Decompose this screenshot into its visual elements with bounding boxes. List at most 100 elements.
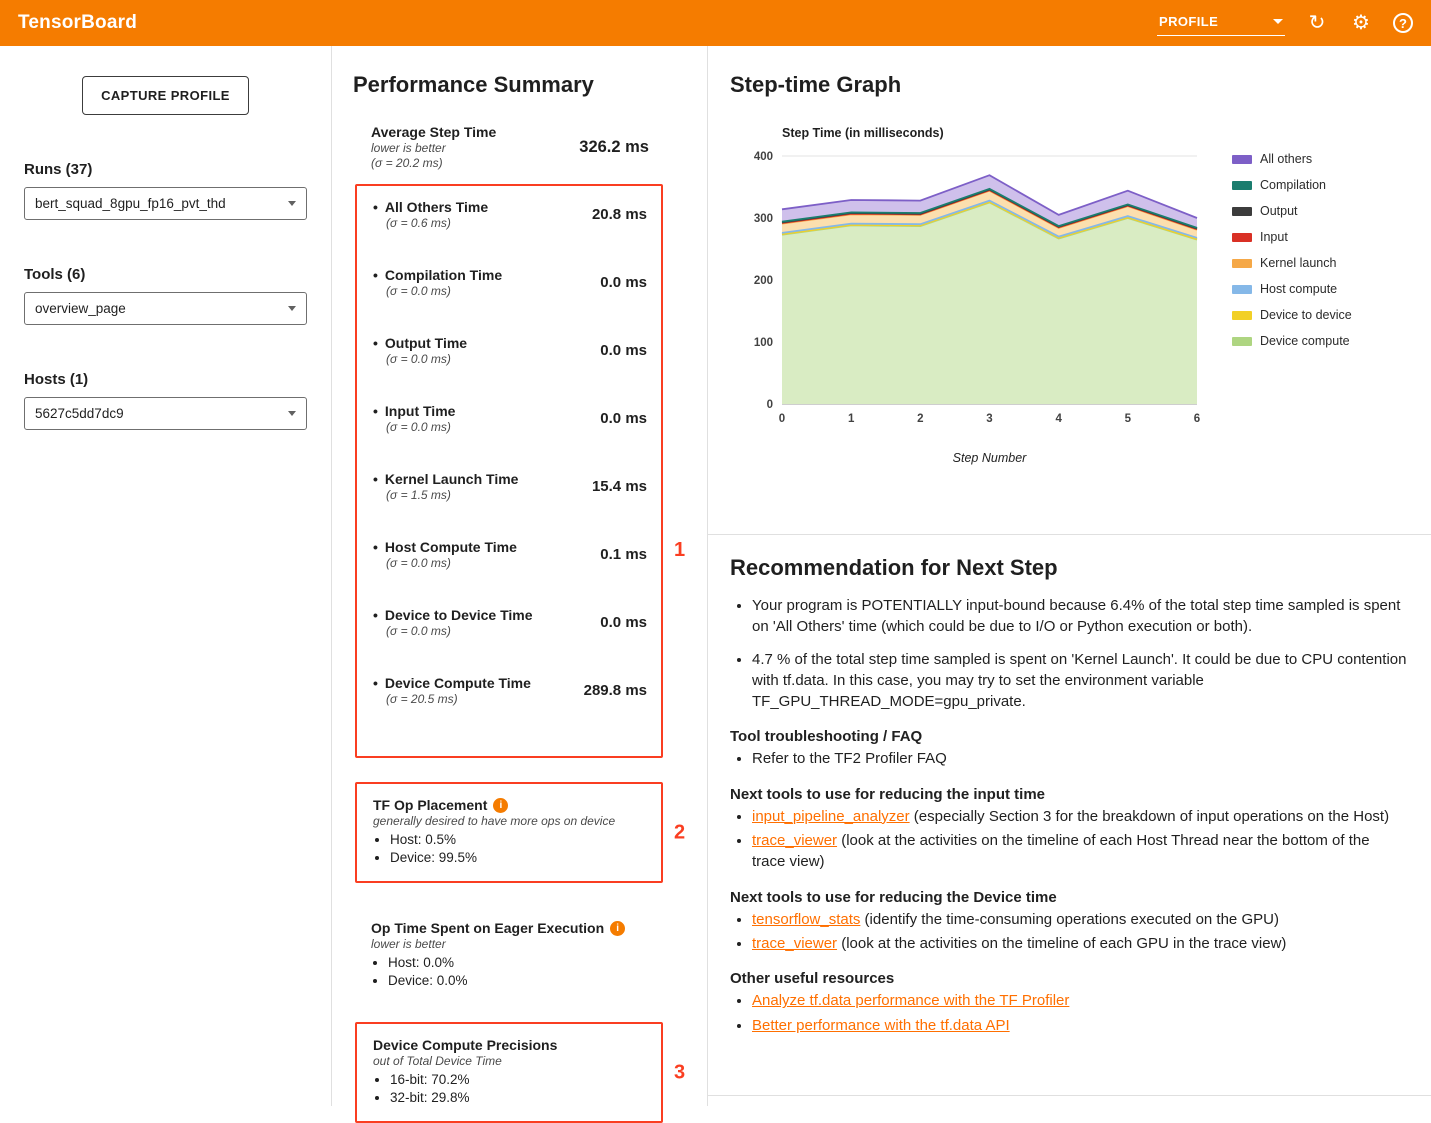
legend-swatch — [1232, 207, 1252, 216]
legend-item: Device compute — [1232, 334, 1352, 348]
svg-text:200: 200 — [754, 275, 773, 287]
metric-value: 0.0 ms — [600, 342, 647, 359]
metric-sigma: (σ = 0.0 ms) — [373, 352, 467, 366]
input-pipeline-analyzer-link[interactable]: input_pipeline_analyzer — [752, 808, 910, 825]
tool-item: tensorflow_stats (identify the time-cons… — [752, 909, 1407, 930]
svg-text:4: 4 — [1055, 413, 1062, 425]
legend-label: All others — [1260, 152, 1312, 166]
metric-label: Input Time — [373, 403, 455, 419]
app-header: TensorBoard PROFILE ↻ ⚙ ? — [0, 0, 1431, 46]
metric-row: Output Time (σ = 0.0 ms) 0.0 ms — [373, 335, 647, 366]
eager-execution-section: Op Time Spent on Eager Execution i lower… — [355, 907, 663, 1004]
precisions-subtitle: out of Total Device Time — [373, 1054, 647, 1068]
metric-row: Device Compute Time (σ = 20.5 ms) 289.8 … — [373, 675, 647, 706]
input-tools-heading: Next tools to use for reducing the input… — [730, 786, 1407, 803]
legend-label: Input — [1260, 230, 1288, 244]
dashboard-selector-value: PROFILE — [1159, 14, 1218, 29]
tools-select-value: overview_page — [35, 301, 126, 316]
recommendation-bullet: 4.7 % of the total step time sampled is … — [752, 649, 1407, 713]
chevron-down-icon — [1273, 19, 1283, 24]
gear-icon[interactable]: ⚙ — [1349, 11, 1373, 35]
eager-host: Host: 0.0% — [388, 955, 649, 970]
recommendation-bullet: Your program is POTENTIALLY input-bound … — [752, 595, 1407, 638]
tool-item: trace_viewer (look at the activities on … — [752, 830, 1407, 873]
hosts-label: Hosts (1) — [24, 371, 307, 388]
reload-icon[interactable]: ↻ — [1305, 11, 1329, 35]
trace-viewer-link[interactable]: trace_viewer — [752, 832, 837, 849]
step-time-chart: 01002003004000123456 — [744, 148, 1206, 436]
legend-swatch — [1232, 285, 1252, 294]
dashboard-selector[interactable]: PROFILE — [1157, 10, 1285, 36]
metric-row: Device to Device Time (σ = 0.0 ms) 0.0 m… — [373, 607, 647, 638]
metric-label: Device Compute Time — [373, 675, 531, 691]
precision-32bit: 32-bit: 29.8% — [390, 1090, 647, 1105]
performance-summary-panel: Performance Summary Average Step Time lo… — [332, 46, 708, 1106]
step-time-graph-section: Step-time Graph Step Time (in millisecon… — [708, 46, 1431, 535]
tf-op-placement-subtitle: generally desired to have more ops on de… — [373, 814, 647, 828]
tool-item-text: (look at the activities on the timeline … — [752, 832, 1370, 870]
help-icon[interactable]: ? — [1393, 13, 1413, 33]
trace-viewer-link[interactable]: trace_viewer — [752, 935, 837, 952]
hosts-select[interactable]: 5627c5dd7dc9 — [24, 397, 307, 430]
app-title: TensorBoard — [18, 12, 137, 34]
metric-label: Output Time — [373, 335, 467, 351]
legend-swatch — [1232, 181, 1252, 190]
info-icon[interactable]: i — [610, 921, 625, 936]
sidebar: CAPTURE PROFILE Runs (37) bert_squad_8gp… — [0, 46, 332, 1106]
metric-sigma: (σ = 0.0 ms) — [373, 420, 455, 434]
annotation-box-3: Device Compute Precisions out of Total D… — [355, 1022, 663, 1123]
legend-swatch — [1232, 259, 1252, 268]
performance-summary-title: Performance Summary — [353, 72, 707, 98]
tfdata-api-link[interactable]: Better performance with the tf.data API — [752, 1017, 1010, 1034]
tool-item-text: (especially Section 3 for the breakdown … — [910, 808, 1389, 825]
eager-device: Device: 0.0% — [388, 973, 649, 988]
average-step-time-label: Average Step Time — [371, 124, 496, 140]
tfdata-performance-link[interactable]: Analyze tf.data performance with the TF … — [752, 992, 1069, 1009]
precisions-title: Device Compute Precisions — [373, 1037, 557, 1053]
metric-label: Kernel Launch Time — [373, 471, 518, 487]
legend-item: Host compute — [1232, 282, 1352, 296]
average-step-time-sigma: (σ = 20.2 ms) — [371, 156, 496, 170]
recommendation-section: Recommendation for Next Step Your progra… — [708, 535, 1431, 1096]
legend-item: Kernel launch — [1232, 256, 1352, 270]
tool-item: trace_viewer (look at the activities on … — [752, 933, 1407, 954]
metric-row: Compilation Time (σ = 0.0 ms) 0.0 ms — [373, 267, 647, 298]
metric-row: Kernel Launch Time (σ = 1.5 ms) 15.4 ms — [373, 471, 647, 502]
legend-label: Compilation — [1260, 178, 1326, 192]
svg-text:0: 0 — [779, 413, 785, 425]
svg-text:0: 0 — [767, 399, 773, 411]
hosts-select-value: 5627c5dd7dc9 — [35, 406, 124, 421]
metric-value: 0.1 ms — [600, 546, 647, 563]
tool-item-text: (identify the time-consuming operations … — [860, 911, 1279, 928]
faq-heading: Tool troubleshooting / FAQ — [730, 728, 1407, 745]
tf-op-placement-device: Device: 99.5% — [390, 850, 647, 865]
recommendation-title: Recommendation for Next Step — [730, 555, 1407, 581]
svg-text:3: 3 — [986, 413, 992, 425]
legend-label: Kernel launch — [1260, 256, 1336, 270]
tf-op-placement-title: TF Op Placement — [373, 797, 487, 813]
header-actions: PROFILE ↻ ⚙ ? — [1157, 10, 1413, 36]
legend-label: Output — [1260, 204, 1298, 218]
metric-sigma: (σ = 0.0 ms) — [373, 624, 533, 638]
svg-text:5: 5 — [1125, 413, 1132, 425]
capture-profile-button[interactable]: CAPTURE PROFILE — [82, 76, 249, 115]
chart-x-axis-label: Step Number — [782, 451, 1197, 465]
resources-heading: Other useful resources — [730, 970, 1407, 987]
metric-sigma: (σ = 0.0 ms) — [373, 556, 517, 570]
svg-text:6: 6 — [1194, 413, 1200, 425]
resource-item: Analyze tf.data performance with the TF … — [752, 990, 1407, 1011]
average-step-time: Average Step Time lower is better (σ = 2… — [355, 124, 663, 170]
svg-text:300: 300 — [754, 213, 773, 225]
eager-execution-title: Op Time Spent on Eager Execution — [371, 920, 604, 936]
tensorflow-stats-link[interactable]: tensorflow_stats — [752, 911, 860, 928]
tools-select[interactable]: overview_page — [24, 292, 307, 325]
legend-swatch — [1232, 337, 1252, 346]
step-time-graph-title: Step-time Graph — [730, 72, 1431, 98]
info-icon[interactable]: i — [493, 798, 508, 813]
metric-value: 289.8 ms — [584, 682, 647, 699]
metric-label: Device to Device Time — [373, 607, 533, 623]
device-tools-heading: Next tools to use for reducing the Devic… — [730, 889, 1407, 906]
legend-item: Input — [1232, 230, 1352, 244]
metric-sigma: (σ = 1.5 ms) — [373, 488, 518, 502]
runs-select[interactable]: bert_squad_8gpu_fp16_pvt_thd — [24, 187, 307, 220]
